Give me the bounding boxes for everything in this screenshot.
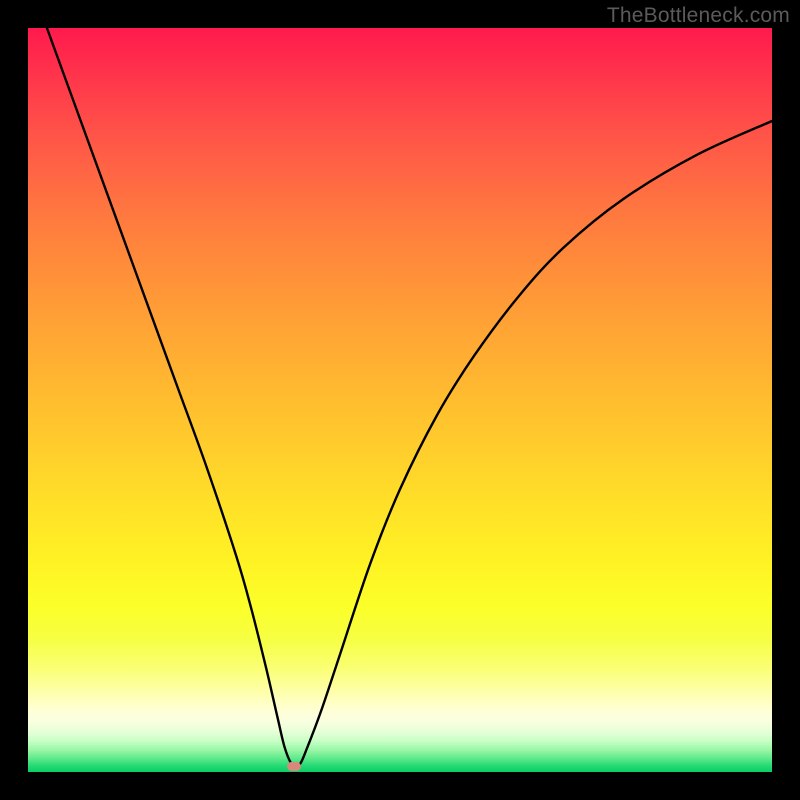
optimum-marker (287, 762, 301, 771)
curve-layer (28, 28, 772, 772)
watermark-text: TheBottleneck.com (607, 4, 790, 28)
chart-container: TheBottleneck.com (0, 0, 800, 800)
plot-area (28, 28, 772, 772)
bottleneck-curve (28, 28, 772, 767)
